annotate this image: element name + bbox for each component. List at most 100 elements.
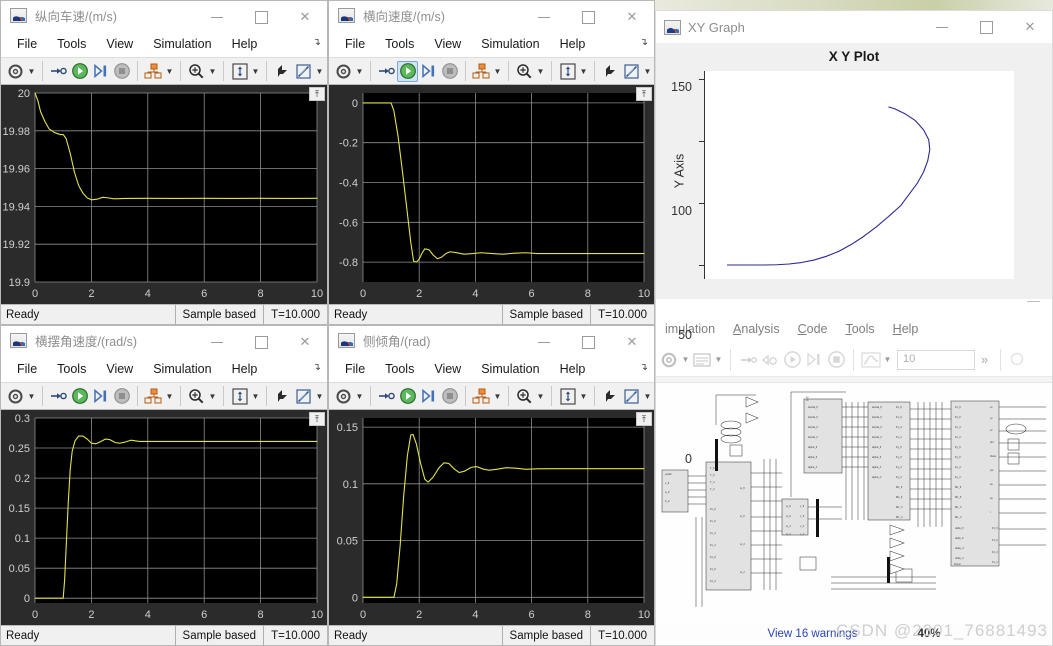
xy-graph-window[interactable]: XY Graph ✕ X Y Plot Y Axis 0 50 100 150 (655, 10, 1053, 466)
maximize-button[interactable] (566, 1, 610, 33)
zoom-in-icon[interactable] (514, 386, 535, 407)
close-button[interactable]: ✕ (610, 1, 654, 33)
update-diagram-icon[interactable] (376, 61, 397, 82)
chevron-down-icon-layout[interactable]: ▼ (492, 61, 503, 82)
simulink-toolbar[interactable]: ▼ ▼ ▼ 10 » (656, 343, 1052, 377)
simulink-block-diagram-canvas[interactable]: lamda_fl lamda_fr lamda_rl lamda_rr alpha_… (656, 377, 1052, 623)
menu-tools[interactable]: Tools (47, 360, 96, 378)
chevron-down-icon-zoom[interactable]: ▼ (207, 61, 218, 82)
simulink-model-window[interactable]: imulation Analysis Code Tools Help ▼ ▼ ▼… (655, 288, 1053, 646)
simulink-minimize-icon[interactable] (1027, 301, 1040, 302)
run-icon[interactable] (69, 61, 90, 82)
update-diagram-icon[interactable] (48, 386, 69, 407)
update-diagram-icon[interactable] (48, 61, 69, 82)
scope-toolbar[interactable]: ▼ ▼ ▼ ▼ ▼ (1, 382, 327, 410)
chevron-down-icon-scale[interactable]: ▼ (578, 386, 589, 407)
scope-window-lateral-speed[interactable]: 横向速度/(m/s) ✕ File Tools View Simulation Help ↴ ▼… (328, 0, 655, 325)
scope-toolbar[interactable]: ▼ ▼ ▼ ▼ ▼ (329, 382, 654, 410)
gear-icon[interactable] (658, 349, 680, 371)
chevron-down-icon-scale[interactable]: ▼ (578, 61, 589, 82)
legend-icon[interactable] (272, 61, 293, 82)
simulation-mode-icon[interactable] (860, 349, 882, 371)
configuration-properties-icon[interactable] (5, 386, 26, 407)
zoom-in-icon[interactable] (514, 61, 535, 82)
toolbar-overflow-button[interactable]: » (981, 352, 988, 367)
pin-axes-icon[interactable]: ⤒ (636, 412, 652, 426)
menu-help[interactable]: Help (884, 319, 928, 339)
cursor-measurements-icon[interactable] (293, 386, 314, 407)
scale-axes-icon[interactable] (229, 61, 250, 82)
menu-file[interactable]: File (335, 35, 375, 53)
minimize-button[interactable] (920, 11, 964, 43)
search-icon[interactable] (1007, 349, 1029, 371)
chevron-down-icon-simmode[interactable]: ▼ (882, 349, 893, 371)
menu-file[interactable]: File (7, 35, 47, 53)
zoom-in-icon[interactable] (186, 386, 207, 407)
scale-axes-icon[interactable] (557, 386, 578, 407)
chevron-down-icon-config[interactable]: ▼ (354, 386, 365, 407)
build-icon[interactable] (759, 349, 781, 371)
configuration-properties-icon[interactable] (333, 61, 354, 82)
layout-icon[interactable] (471, 61, 492, 82)
scale-axes-icon[interactable] (557, 61, 578, 82)
cursor-measurements-icon[interactable] (293, 61, 314, 82)
step-forward-icon[interactable] (418, 386, 439, 407)
legend-icon[interactable] (600, 386, 621, 407)
scope-toolbar[interactable]: ▼ ▼ ▼ ▼ ▼ (329, 57, 654, 85)
close-button[interactable]: ✕ (1008, 11, 1052, 43)
menu-analysis[interactable]: Analysis (724, 319, 789, 339)
layout-icon[interactable] (143, 386, 164, 407)
menu-tools[interactable]: Tools (836, 319, 883, 339)
pin-axes-icon[interactable]: ⤒ (636, 87, 652, 101)
step-forward-icon[interactable] (418, 61, 439, 82)
menu-view[interactable]: View (96, 35, 143, 53)
menu-code[interactable]: Code (789, 319, 837, 339)
maximize-button[interactable] (566, 326, 610, 358)
pin-axes-icon[interactable]: ⤒ (309, 412, 325, 426)
chevron-down-icon-explorer[interactable]: ▼ (713, 349, 724, 371)
close-button[interactable]: ✕ (283, 1, 327, 33)
legend-icon[interactable] (272, 386, 293, 407)
simulink-menubar[interactable]: imulation Analysis Code Tools Help (656, 315, 1052, 343)
run-icon[interactable] (397, 60, 418, 82)
scope-toolbar[interactable]: ▼ ▼ ▼ ▼ ▼ (1, 57, 327, 85)
chevron-down-icon-layout[interactable]: ▼ (164, 386, 175, 407)
scope-window-roll-angle[interactable]: 侧倾角/(rad) ✕ File Tools View Simulation Help ↴ ▼ ▼… (328, 325, 655, 646)
scope-menubar[interactable]: File Tools View Simulation Help ↴ (329, 31, 654, 57)
chevron-down-icon-cursor[interactable]: ▼ (642, 61, 653, 82)
scope-menubar[interactable]: File Tools View Simulation Help ↴ (1, 356, 327, 382)
view-warnings-link[interactable]: View 16 warnings (768, 628, 858, 640)
menu-help[interactable]: Help (550, 35, 596, 53)
menu-tools[interactable]: Tools (47, 35, 96, 53)
cursor-measurements-icon[interactable] (621, 386, 642, 407)
step-forward-icon[interactable] (803, 349, 825, 371)
configuration-properties-icon[interactable] (333, 386, 354, 407)
minimize-button[interactable] (522, 326, 566, 358)
simulation-stop-time-input[interactable]: 10 (897, 349, 975, 370)
chevron-down-icon-scale[interactable]: ▼ (250, 61, 261, 82)
menu-help[interactable]: Help (222, 35, 268, 53)
menubar-overflow-icon[interactable]: ↴ (313, 37, 321, 48)
menubar-overflow-icon[interactable]: ↴ (313, 362, 321, 373)
menu-view[interactable]: View (424, 360, 471, 378)
menu-tools[interactable]: Tools (375, 360, 424, 378)
scope-menubar[interactable]: File Tools View Simulation Help ↴ (329, 356, 654, 382)
menu-tools[interactable]: Tools (375, 35, 424, 53)
chevron-down-icon-cursor[interactable]: ▼ (314, 61, 325, 82)
scope-window-yaw-rate[interactable]: 横摆角速度/(rad/s) ✕ File Tools View Simulation Hel… (0, 325, 328, 646)
layout-icon[interactable] (143, 61, 164, 82)
layout-icon[interactable] (471, 386, 492, 407)
menu-simulation[interactable]: Simulation (471, 360, 549, 378)
menu-simulation[interactable]: Simulation (143, 35, 221, 53)
menu-simulation[interactable]: Simulation (471, 35, 549, 53)
run-icon[interactable] (781, 349, 803, 371)
run-icon[interactable] (397, 386, 418, 407)
minimize-button[interactable] (195, 326, 239, 358)
menu-view[interactable]: View (424, 35, 471, 53)
close-button[interactable]: ✕ (610, 326, 654, 358)
scope-plot-area[interactable]: ⤒ 0 -0.2 -0.4 -0.6 -0.8 0 2 4 6 8 10 (329, 85, 654, 304)
chevron-down-icon-cursor[interactable]: ▼ (642, 386, 653, 407)
minimize-button[interactable] (522, 1, 566, 33)
model-explorer-icon[interactable] (691, 349, 713, 371)
scope-plot-area[interactable]: ⤒ 19.9 19.92 19.94 19.96 19.98 20 0 2 4 6 8 10 (1, 85, 327, 304)
